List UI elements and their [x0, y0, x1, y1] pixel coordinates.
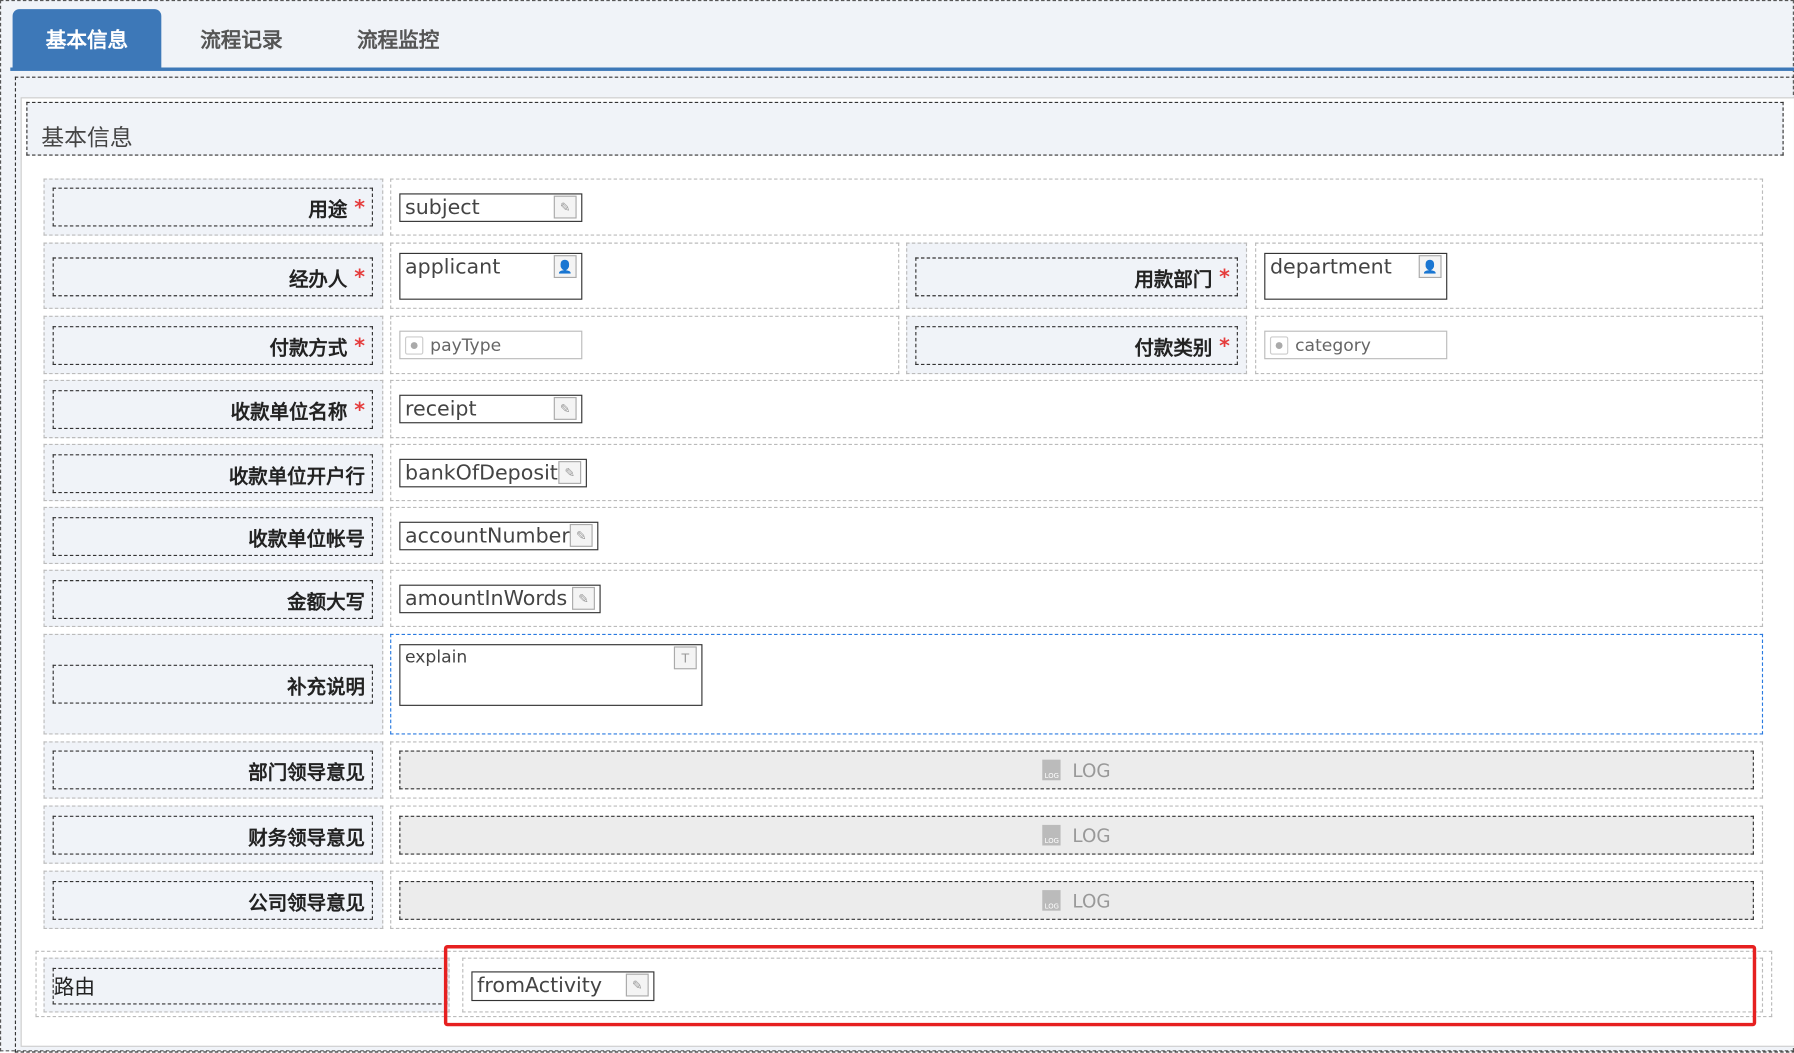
tab-process-record[interactable]: 流程记录: [167, 9, 316, 68]
radio-icon: [1269, 335, 1289, 355]
log-icon: LOG: [1042, 759, 1061, 781]
edit-icon: ✎: [553, 195, 577, 219]
field-label-dept-opinion: 部门领导意见: [52, 750, 373, 790]
field-label-subject: 用途 *: [52, 187, 373, 227]
log-icon: LOG: [1042, 824, 1061, 846]
receipt-input[interactable]: receipt ✎: [399, 394, 583, 424]
radio-icon: [405, 335, 424, 355]
text-icon: T: [673, 646, 697, 670]
field-label-route: 路由: [52, 967, 448, 1005]
department-input[interactable]: department 👤: [1264, 252, 1448, 300]
applicant-input[interactable]: applicant 👤: [399, 252, 583, 300]
comp-opinion-log[interactable]: LOG LOG: [399, 880, 1754, 920]
category-radio[interactable]: category: [1264, 330, 1448, 360]
field-label-comp-opinion: 公司领导意见: [52, 880, 373, 920]
explain-textarea[interactable]: explain T: [399, 644, 703, 706]
section-title: 基本信息: [26, 101, 1784, 156]
user-icon: 👤: [1418, 255, 1442, 279]
field-label-bank: 收款单位开户行: [52, 454, 373, 494]
field-label-amount: 金额大写: [52, 580, 373, 619]
tab-process-monitor[interactable]: 流程监控: [324, 9, 473, 68]
edit-icon: ✎: [569, 523, 593, 547]
account-number-input[interactable]: accountNumber ✎: [399, 521, 599, 551]
field-label-receipt: 收款单位名称 *: [52, 390, 373, 430]
field-label-explain: 补充说明: [52, 664, 373, 704]
fin-opinion-log[interactable]: LOG LOG: [399, 815, 1754, 855]
form-page: 基本信息 流程记录 流程监控 基本信息 用途 * subject ✎ 经办人 * ap…: [0, 0, 1794, 1053]
highlight-box: [443, 945, 1757, 1027]
log-icon: LOG: [1042, 890, 1061, 911]
bank-of-deposit-input[interactable]: bankOfDeposit ✎: [399, 458, 587, 488]
field-label-paytype: 付款方式 *: [52, 326, 373, 365]
dept-opinion-log[interactable]: LOG LOG: [399, 750, 1754, 790]
edit-icon: ✎: [553, 397, 577, 420]
field-label-applicant: 经办人 *: [52, 257, 373, 297]
field-label-account: 收款单位帐号: [52, 517, 373, 557]
subject-input[interactable]: subject ✎: [399, 193, 583, 222]
edit-icon: ✎: [558, 461, 582, 484]
field-label-category: 付款类别 *: [915, 326, 1238, 365]
value-cell: [390, 178, 1764, 236]
field-label-fin-opinion: 财务领导意见: [52, 815, 373, 855]
tab-underline: [10, 67, 1794, 71]
field-label-department: 用款部门 *: [915, 257, 1238, 297]
user-icon: 👤: [553, 255, 577, 279]
value-cell: [390, 379, 1764, 439]
tab-basic-info[interactable]: 基本信息: [12, 9, 162, 69]
amount-in-words-input[interactable]: amountInWords ✎: [399, 584, 601, 614]
edit-icon: ✎: [572, 586, 595, 610]
value-cell: [390, 443, 1764, 502]
paytype-radio[interactable]: payType: [399, 330, 583, 360]
